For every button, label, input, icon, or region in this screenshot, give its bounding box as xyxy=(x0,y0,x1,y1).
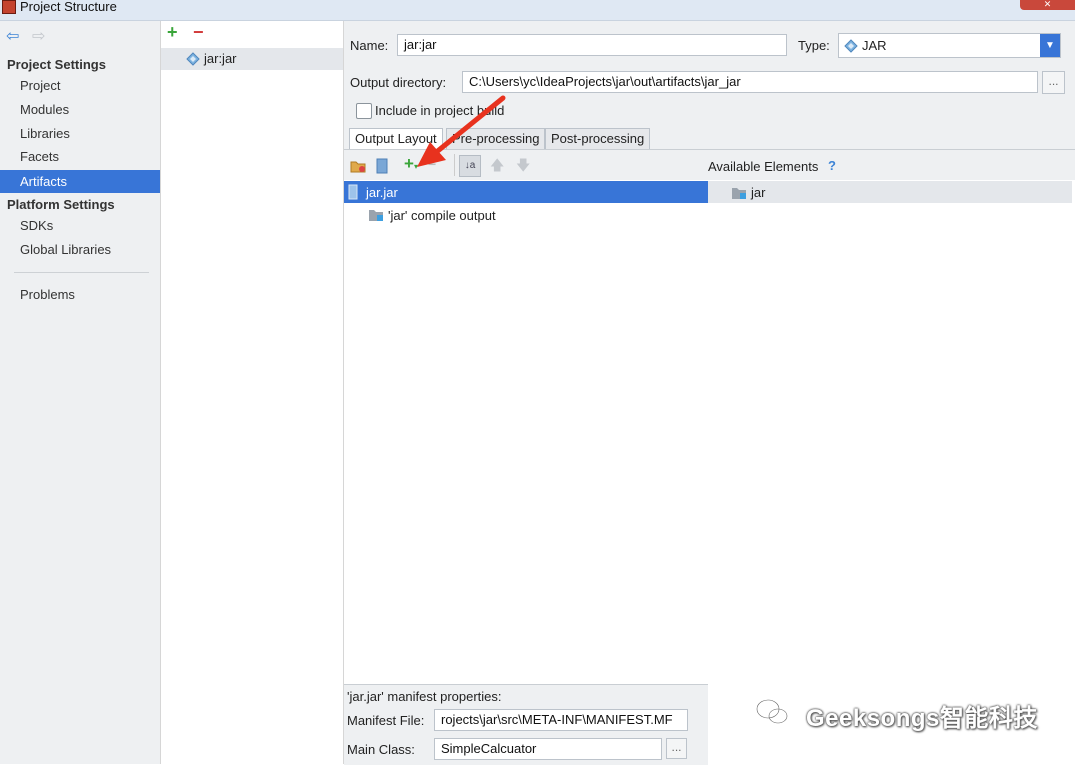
annotation-arrow-icon xyxy=(417,95,506,167)
help-icon[interactable]: ? xyxy=(828,158,836,173)
tree-child-label[interactable]: 'jar' compile output xyxy=(388,208,496,223)
main-class-input[interactable]: SimpleCalcuator xyxy=(434,738,662,760)
window-close-button[interactable]: ✕ xyxy=(1020,0,1075,10)
output-directory-browse-button[interactable]: ... xyxy=(1042,71,1065,94)
name-label: Name: xyxy=(350,38,389,53)
watermark-text: Geeksongs智能科技 xyxy=(806,705,1038,732)
sidebar-item-artifacts[interactable]: Artifacts xyxy=(0,170,160,193)
available-elements-tree xyxy=(708,180,1075,764)
sidebar-divider xyxy=(14,272,149,273)
sidebar-item-problems[interactable]: Problems xyxy=(0,283,160,306)
module-folder-icon xyxy=(732,188,746,199)
tab-post-processing[interactable]: Post-processing xyxy=(545,128,651,150)
sidebar-item-modules[interactable]: Modules xyxy=(0,98,160,121)
window-titlebar xyxy=(0,0,1075,21)
dropdown-arrow-icon[interactable]: ▼ xyxy=(1040,34,1060,57)
add-artifact-button[interactable]: + xyxy=(167,23,178,41)
artifact-list-panel xyxy=(161,21,344,764)
compile-output-icon xyxy=(369,210,383,221)
main-class-browse-button[interactable]: ... xyxy=(666,738,687,759)
new-folder-icon[interactable] xyxy=(350,158,366,174)
app-icon xyxy=(2,0,16,14)
manifest-file-input[interactable]: rojects\jar\src\META-INF\MANIFEST.MF xyxy=(434,709,688,731)
output-directory-input[interactable]: C:\Users\yc\IdeaProjects\jar\out\artifac… xyxy=(462,71,1038,93)
close-icon: ✕ xyxy=(1043,0,1052,9)
tree-row-root[interactable] xyxy=(344,181,708,203)
jar-artifact-icon xyxy=(186,52,200,66)
remove-artifact-button[interactable]: − xyxy=(193,23,204,41)
type-label: Type: xyxy=(798,38,830,53)
sidebar-item-libraries[interactable]: Libraries xyxy=(0,122,160,145)
available-elements-label: Available Elements xyxy=(708,159,819,174)
wechat-logo-icon xyxy=(756,699,788,724)
artifact-list-label: jar:jar xyxy=(204,51,237,66)
name-input[interactable]: jar:jar xyxy=(397,34,787,56)
jar-file-icon xyxy=(348,184,358,200)
project-settings-heading: Project Settings xyxy=(7,57,106,72)
manifest-file-label: Manifest File: xyxy=(347,713,425,728)
move-down-icon[interactable]: 🡇 xyxy=(516,158,530,172)
platform-settings-heading: Platform Settings xyxy=(7,197,115,212)
back-arrow-icon[interactable]: ⇦ xyxy=(6,29,19,45)
sidebar-item-facets[interactable]: Facets xyxy=(0,145,160,168)
manifest-header: 'jar.jar' manifest properties: xyxy=(347,689,502,704)
main-class-label: Main Class: xyxy=(347,742,415,757)
output-directory-label: Output directory: xyxy=(350,75,447,90)
sidebar-item-project[interactable]: Project xyxy=(0,74,160,97)
type-value: JAR xyxy=(862,38,887,53)
sidebar-item-sdks[interactable]: SDKs xyxy=(0,214,160,237)
include-in-build-checkbox[interactable] xyxy=(356,103,372,119)
archive-icon[interactable] xyxy=(376,158,388,174)
forward-arrow-icon[interactable]: ⇨ xyxy=(32,29,45,45)
available-item-label: jar xyxy=(751,185,766,200)
layout-tree xyxy=(344,180,709,684)
window-title: Project Structure xyxy=(20,0,117,14)
jar-type-icon xyxy=(844,39,858,53)
sidebar-item-global-libraries[interactable]: Global Libraries xyxy=(0,238,160,261)
tree-root-label: jar.jar xyxy=(366,185,398,200)
